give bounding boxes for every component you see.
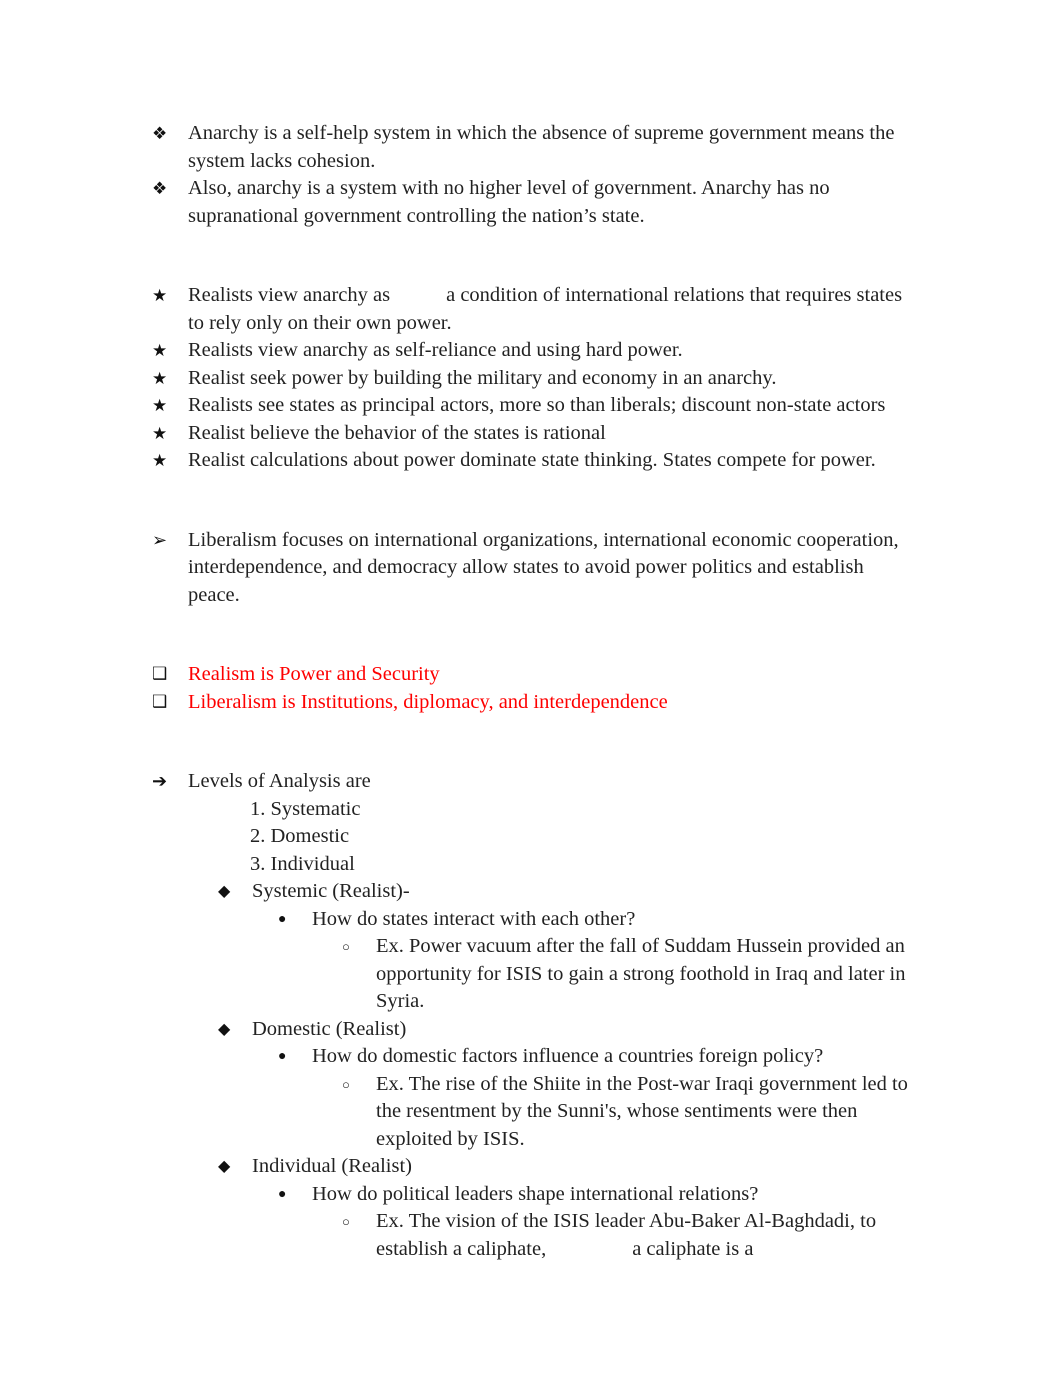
level-group-label: ◆ Individual (Realist): [152, 1153, 912, 1181]
star-bullet-icon: ★: [152, 451, 168, 470]
star-bullet-icon: ★: [152, 423, 168, 443]
level-example-text: Ex. The vision of the ISIS leader Abu-Ba…: [376, 1208, 912, 1263]
circle-bullet-icon: ○: [342, 1076, 350, 1092]
dot-bullet-icon: ●: [278, 1186, 287, 1202]
level-question: ● How do states interact with each other…: [152, 906, 912, 934]
checkbox-square-icon: ❑: [152, 664, 168, 683]
document-page: ❖ Anarchy is a self-help system in which…: [0, 0, 1062, 1377]
level-group-label-text: Systemic (Realist)-: [252, 880, 410, 902]
star-bullet-icon: ★: [152, 396, 168, 415]
levels-of-analysis-heading: Levels of Analysis are: [188, 770, 371, 792]
numbered-item-text: 1. Systematic: [250, 797, 361, 820]
arrowhead-bullet-icon: ➢: [152, 529, 168, 550]
level-group-label-text: Domestic (Realist): [252, 1017, 407, 1040]
level-example-text: Ex. Power vacuum after the fall of Sudda…: [376, 935, 906, 1012]
diamond-bullet-icon: ◆: [218, 1020, 231, 1038]
numbered-item-text: 3. Individual: [250, 852, 355, 875]
star-bullet-icon: ★: [152, 286, 168, 305]
list-item-text: Realist calculations about power dominat…: [188, 449, 876, 471]
list-item: ★ Realist seek power by building the mil…: [152, 365, 912, 393]
level-example-rest: a caliphate is a: [632, 1237, 754, 1260]
list-item: ❖ Anarchy is a self-help system in which…: [152, 120, 912, 175]
star-bullet-icon: ★: [152, 368, 168, 388]
numbered-list-item: 2. Domestic: [152, 823, 912, 851]
dot-bullet-icon: ●: [278, 911, 287, 927]
list-item-highlight: ❑ Liberalism is Institutions, diplomacy,…: [152, 689, 912, 717]
list-item: ❖ Also, anarchy is a system with no high…: [152, 175, 912, 230]
list-item: ➢ Liberalism focuses on international or…: [152, 527, 912, 610]
level-group-label: ◆ Domestic (Realist): [152, 1016, 912, 1044]
list-item-text: Realists view anarchy as a condition of i…: [188, 282, 912, 337]
diamond-bullet-icon: ◆: [218, 883, 231, 900]
list-item-text: Liberalism focuses on international orga…: [188, 528, 899, 606]
list-item: ➔ Levels of Analysis are: [152, 768, 912, 796]
numbered-item-text: 2. Domestic: [250, 825, 350, 847]
list-item: ★ Realists view anarchy as self-reliance…: [152, 337, 912, 365]
list-item: ★ Realists view anarchy as a condition of…: [152, 282, 912, 337]
realism-lead-text: Realists view anarchy as: [188, 284, 391, 306]
level-question: ● How do domestic factors influence a co…: [152, 1043, 912, 1071]
level-question-text: How do states interact with each other?: [312, 907, 636, 930]
level-question: ● How do political leaders shape interna…: [152, 1181, 912, 1209]
list-item-highlight: ❑ Realism is Power and Security: [152, 661, 912, 689]
dot-bullet-icon: ●: [278, 1049, 287, 1064]
list-item-text: Realists see states as principal actors,…: [188, 394, 886, 416]
checkbox-square-icon: ❑: [152, 691, 168, 711]
diamond-bullet-icon: ◆: [218, 1158, 231, 1175]
list-item-text: Realist seek power by building the milit…: [188, 366, 777, 389]
level-example-lead: Ex. The vision of the ISIS leader Abu-Ba…: [376, 1210, 877, 1260]
list-item: ★ Realist calculations about power domin…: [152, 447, 912, 475]
circle-bullet-icon: ○: [342, 939, 350, 954]
flower-bullet-icon: ❖: [152, 124, 168, 143]
arrow-bullet-icon: ➔: [152, 771, 168, 791]
flower-bullet-icon: ❖: [152, 179, 168, 198]
level-group-label-text: Individual (Realist): [252, 1155, 412, 1177]
list-item: ★ Realists see states as principal actor…: [152, 392, 912, 420]
list-item-text: Liberalism is Institutions, diplomacy, a…: [188, 690, 668, 713]
list-item-text: Anarchy is a self-help system in which t…: [188, 122, 895, 172]
level-group-label: ◆ Systemic (Realist)-: [152, 878, 912, 906]
numbered-list-item: 1. Systematic: [152, 796, 912, 824]
numbered-list-item: 3. Individual: [152, 851, 912, 879]
list-item-text: Also, anarchy is a system with no higher…: [188, 177, 830, 227]
level-example: ○ Ex. The rise of the Shiite in the Post…: [152, 1071, 912, 1154]
circle-bullet-icon: ○: [342, 1214, 350, 1229]
document-content: ❖ Anarchy is a self-help system in which…: [152, 120, 912, 1263]
level-example: ○ Ex. Power vacuum after the fall of Sud…: [152, 933, 912, 1016]
level-question-text: How do political leaders shape internati…: [312, 1182, 759, 1205]
level-example-text: Ex. The rise of the Shiite in the Post-w…: [376, 1072, 908, 1150]
star-bullet-icon: ★: [152, 341, 168, 360]
list-item-text: Realist believe the behavior of the stat…: [188, 421, 606, 444]
level-question-text: How do domestic factors influence a coun…: [312, 1045, 824, 1067]
list-item-text: Realists view anarchy as self-reliance a…: [188, 339, 683, 361]
list-item: ★ Realist believe the behavior of the st…: [152, 420, 912, 448]
level-example: ○ Ex. The vision of the ISIS leader Abu-…: [152, 1208, 912, 1263]
list-item-text: Realism is Power and Security: [188, 663, 440, 685]
